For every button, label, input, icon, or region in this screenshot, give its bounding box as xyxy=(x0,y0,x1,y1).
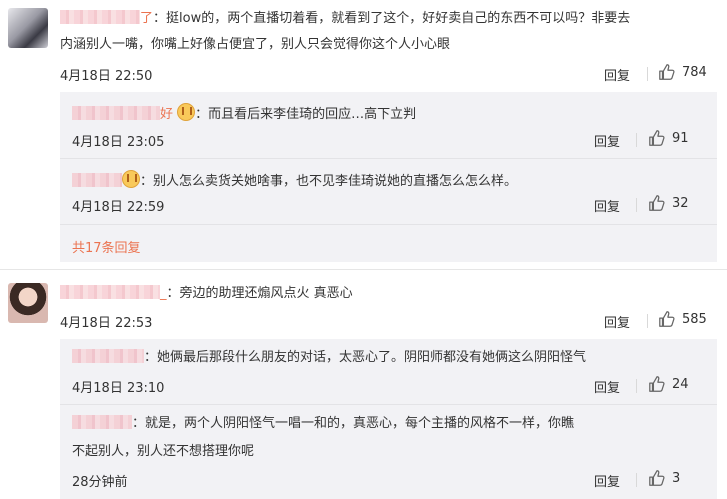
comment-time: 4月18日 22:53 xyxy=(60,316,153,331)
divider xyxy=(647,67,648,81)
reply-text-line-2: 不起别人，别人还不想搭理你呢 xyxy=(72,444,255,459)
divider xyxy=(60,158,717,159)
divider xyxy=(60,404,717,405)
thumbs-up-icon xyxy=(659,64,675,80)
reply-time: 4月18日 23:05 xyxy=(72,135,165,150)
like-count: 32 xyxy=(672,195,689,211)
reply-text: 她俩最后那段什么朋友的对话，太恶心了。阴阳师都没有她俩这么阴阳怪气 xyxy=(157,350,587,365)
reply-time: 4月18日 22:59 xyxy=(72,200,165,215)
like-count: 784 xyxy=(682,64,707,80)
like-count: 24 xyxy=(672,376,689,392)
masked-username[interactable] xyxy=(72,349,144,363)
comment-text: 旁边的助理还煽风点火 真恶心 xyxy=(179,286,353,301)
thumbs-up-icon xyxy=(649,195,665,211)
reply-text: 别人怎么卖货关她啥事，也不见李佳琦说她的直播怎么怎么样。 xyxy=(153,174,518,189)
reply-button[interactable]: 回复 xyxy=(604,65,630,84)
avatar[interactable] xyxy=(8,283,48,323)
masked-username[interactable] xyxy=(72,173,122,187)
like-button[interactable]: 585 xyxy=(658,310,707,328)
divider xyxy=(636,133,637,147)
username-suffix[interactable]: _ xyxy=(160,286,167,301)
masked-username[interactable] xyxy=(72,415,132,429)
comment-text-line-1: 了：挺low的，两个直播切着看，就看到了这个，好好卖自己的东西不可以吗？非要去 xyxy=(60,10,630,28)
thumbs-up-icon xyxy=(649,130,665,146)
comment-text-line-1: _：旁边的助理还煽风点火 真恶心 xyxy=(60,285,353,303)
masked-username[interactable] xyxy=(60,10,140,24)
vip-badge-icon xyxy=(122,170,140,188)
like-button[interactable]: 3 xyxy=(648,469,680,487)
reply-time: 4月18日 23:10 xyxy=(72,381,165,396)
comment-time: 4月18日 22:50 xyxy=(60,69,153,84)
thumbs-up-icon xyxy=(649,376,665,392)
like-button[interactable]: 32 xyxy=(648,194,689,212)
like-button[interactable]: 784 xyxy=(658,63,707,81)
reply-text-line-1: ：就是，两个人阴阳怪气一唱一和的，真恶心，每个主播的风格不一样，你瞧 xyxy=(72,415,574,433)
username-suffix[interactable]: 好 xyxy=(160,107,173,122)
reply-text-line: ：她俩最后那段什么朋友的对话，太恶心了。阴阳师都没有她俩这么阴阳怪气 xyxy=(72,349,586,367)
divider xyxy=(0,269,727,270)
like-count: 585 xyxy=(682,311,707,327)
like-count: 3 xyxy=(672,470,681,486)
reply-text-line: 好 ：而且看后来李佳琦的回应…高下立判 xyxy=(72,103,416,124)
reply-button[interactable]: 回复 xyxy=(594,377,620,396)
vip-badge-icon xyxy=(177,103,196,121)
reply-text-line: ：别人怎么卖货关她啥事，也不见李佳琦说她的直播怎么怎么样。 xyxy=(72,170,517,191)
thumbs-up-icon xyxy=(649,470,665,486)
divider xyxy=(636,379,637,393)
masked-username[interactable] xyxy=(60,285,160,299)
comment-text: 挺low的，两个直播切着看，就看到了这个，好好卖自己的东西不可以吗？非要去 xyxy=(166,11,631,26)
reply-button[interactable]: 回复 xyxy=(604,312,630,331)
more-replies-link[interactable]: 共17条回复 xyxy=(72,237,141,256)
reply-text: 就是，两个人阴阳怪气一唱一和的，真恶心，每个主播的风格不一样，你瞧 xyxy=(145,416,575,431)
like-count: 91 xyxy=(672,130,689,146)
divider xyxy=(636,198,637,212)
reply-button[interactable]: 回复 xyxy=(594,196,620,215)
like-button[interactable]: 91 xyxy=(648,129,689,147)
divider xyxy=(60,224,717,225)
divider xyxy=(636,473,637,487)
reply-time: 28分钟前 xyxy=(72,475,128,490)
masked-username[interactable] xyxy=(72,106,160,120)
reply-text: 而且看后来李佳琦的回应…高下立判 xyxy=(208,107,417,122)
thumbs-up-icon xyxy=(659,311,675,327)
comment-text-line-2: 内涵别人一嘴，你嘴上好像占便宜了，别人只会觉得你这个人小心眼 xyxy=(60,37,451,52)
like-button[interactable]: 24 xyxy=(648,375,689,393)
divider xyxy=(647,314,648,328)
username-suffix[interactable]: 了 xyxy=(140,11,153,26)
reply-button[interactable]: 回复 xyxy=(594,471,620,490)
reply-button[interactable]: 回复 xyxy=(594,131,620,150)
avatar[interactable] xyxy=(8,8,48,48)
